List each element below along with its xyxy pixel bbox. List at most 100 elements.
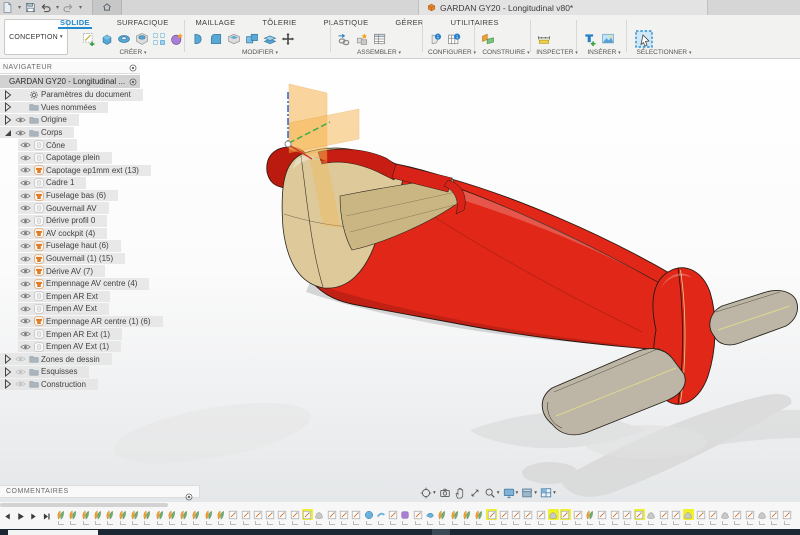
undo-caret-icon[interactable]: ▾ bbox=[56, 5, 59, 11]
timeline-feature-27-pipe[interactable] bbox=[375, 509, 387, 526]
timeline-feature-60-sketch[interactable] bbox=[781, 509, 793, 526]
zoom-button[interactable] bbox=[469, 487, 481, 499]
ribbon-group-label-modifier[interactable]: MODIFIER ▾ bbox=[190, 49, 330, 56]
timeline-feature-25-sketch[interactable] bbox=[350, 509, 362, 526]
browser-item-zones-de-dessin[interactable]: Zones de dessin bbox=[0, 353, 112, 365]
timeline-feature-52-loft[interactable] bbox=[682, 509, 694, 526]
visibility-eye-icon[interactable] bbox=[20, 229, 31, 237]
browser-item-empen-av-ext-1[interactable]: Empen AV Ext (1) bbox=[18, 341, 121, 353]
pattern-button[interactable] bbox=[152, 29, 167, 49]
browser-item-derive-profil-0[interactable]: Dérive profil 0 bbox=[18, 215, 107, 227]
expander-icon[interactable] bbox=[2, 379, 13, 389]
timeline-scrollbar[interactable] bbox=[0, 503, 168, 507]
timeline-feature-47-sketch[interactable] bbox=[621, 509, 633, 526]
extrude-button[interactable] bbox=[100, 29, 115, 49]
hole-button[interactable] bbox=[135, 29, 150, 49]
timeline-feature-56-sketch[interactable] bbox=[731, 509, 743, 526]
timeline-feature-18-sketch[interactable] bbox=[264, 509, 276, 526]
browser-item-capotage-ep1mm-ext-13[interactable]: Capotage ep1mm ext (13) bbox=[18, 165, 151, 177]
timeline-play-button[interactable] bbox=[15, 510, 26, 522]
expander-icon[interactable] bbox=[2, 102, 13, 112]
timeline-feature-49-loft[interactable] bbox=[645, 509, 657, 526]
timeline-feature-33-plane[interactable] bbox=[449, 509, 461, 526]
timeline-feature-17-sketch[interactable] bbox=[252, 509, 264, 526]
timeline-feature-26-sphere[interactable] bbox=[362, 509, 374, 526]
visibility-eye-icon[interactable] bbox=[15, 129, 26, 137]
fillet-button[interactable] bbox=[208, 29, 223, 49]
timeline-feature-44-plane[interactable] bbox=[584, 509, 596, 526]
undo-button[interactable] bbox=[40, 2, 51, 14]
measure-button[interactable] bbox=[536, 29, 551, 49]
browser-item-fuselage-bas-6[interactable]: Fuselage bas (6) bbox=[18, 190, 118, 202]
timeline-feature-2-plane[interactable] bbox=[67, 509, 79, 526]
visibility-eye-icon[interactable] bbox=[20, 242, 31, 250]
timeline-feature-51-sketch[interactable] bbox=[670, 509, 682, 526]
visibility-eye-icon[interactable] bbox=[15, 116, 26, 124]
timeline-feature-23-sketch[interactable] bbox=[326, 509, 338, 526]
orbit-button[interactable]: ▾ bbox=[420, 487, 436, 499]
save-button[interactable] bbox=[25, 2, 36, 14]
timeline-feature-29-form[interactable] bbox=[399, 509, 411, 526]
model-stabilizer-right[interactable] bbox=[710, 290, 798, 344]
visibility-eye-icon[interactable] bbox=[20, 217, 31, 225]
configure-table-button[interactable] bbox=[446, 29, 461, 49]
comments-panel[interactable]: COMMENTAIRES bbox=[0, 485, 200, 498]
browser-collapse-icon[interactable] bbox=[129, 64, 137, 72]
timeline-feature-42-sketch[interactable] bbox=[559, 509, 571, 526]
combine-button[interactable] bbox=[244, 29, 259, 49]
timeline-feature-21-sketch[interactable] bbox=[301, 509, 313, 526]
file-menu-button[interactable] bbox=[2, 2, 13, 14]
browser-item-vues-nommees[interactable]: Vues nommées bbox=[0, 102, 108, 114]
timeline-feature-34-plane[interactable] bbox=[461, 509, 473, 526]
scene-settings-button[interactable]: ▾ bbox=[521, 487, 537, 499]
timeline-feature-32-plane[interactable] bbox=[436, 509, 448, 526]
timeline-feature-16-sketch[interactable] bbox=[239, 509, 251, 526]
ribbon-group-label-selectionner[interactable]: SÉLECTIONNER ▾ bbox=[632, 49, 696, 56]
browser-item-cadre-1[interactable]: Cadre 1 bbox=[18, 177, 86, 189]
timeline-feature-35-plane[interactable] bbox=[473, 509, 485, 526]
display-settings-button[interactable]: ▾ bbox=[503, 487, 519, 499]
visibility-eye-icon[interactable] bbox=[20, 330, 31, 338]
activate-component-icon[interactable] bbox=[129, 78, 137, 86]
browser-item-corps[interactable]: Corps bbox=[0, 127, 74, 139]
timeline-feature-37-sketch[interactable] bbox=[498, 509, 510, 526]
visibility-eye-icon[interactable] bbox=[20, 141, 31, 149]
timeline-feature-1-plane[interactable] bbox=[55, 509, 67, 526]
redo-caret-icon[interactable]: ▾ bbox=[79, 5, 82, 11]
move-button[interactable] bbox=[280, 29, 295, 49]
timeline-feature-46-sketch[interactable] bbox=[608, 509, 620, 526]
visibility-eye-icon[interactable] bbox=[20, 317, 31, 325]
timeline-feature-54-sketch[interactable] bbox=[707, 509, 719, 526]
timeline-feature-41-loft[interactable] bbox=[547, 509, 559, 526]
timeline-feature-20-sketch[interactable] bbox=[289, 509, 301, 526]
visibility-eye-icon[interactable] bbox=[20, 154, 31, 162]
browser-item-empennage-av-centre-4[interactable]: Empennage AV centre (4) bbox=[18, 278, 149, 290]
browser-item-capotage-plein[interactable]: Capotage plein bbox=[18, 152, 112, 164]
browser-item-gouvernail-1-15[interactable]: Gouvernail (1) (15) bbox=[18, 253, 125, 265]
timeline-feature-58-loft[interactable] bbox=[756, 509, 768, 526]
visibility-eye-icon[interactable] bbox=[15, 355, 26, 363]
fit-button[interactable]: ▾ bbox=[484, 487, 500, 499]
model-stabilizer-left[interactable] bbox=[542, 348, 685, 435]
browser-item-construction[interactable]: Construction bbox=[0, 379, 98, 391]
timeline-feature-40-sketch[interactable] bbox=[535, 509, 547, 526]
ribbon-group-label-configurer[interactable]: CONFIGURER ▾ bbox=[428, 49, 476, 56]
visibility-eye-icon[interactable] bbox=[20, 267, 31, 275]
timeline-feature-30-sketch[interactable] bbox=[412, 509, 424, 526]
timeline-feature-39-sketch[interactable] bbox=[522, 509, 534, 526]
browser-item-empen-av-ext[interactable]: Empen AV Ext bbox=[18, 303, 109, 315]
timeline-feature-45-sketch[interactable] bbox=[596, 509, 608, 526]
timeline-feature-12-plane[interactable] bbox=[190, 509, 202, 526]
shell-button[interactable] bbox=[226, 29, 241, 49]
document-tab[interactable]: GARDAN GY20 - Longitudinal v80* bbox=[418, 0, 708, 15]
timeline-feature-43-sketch[interactable] bbox=[571, 509, 583, 526]
browser-item-esquisses[interactable]: Esquisses bbox=[0, 366, 89, 378]
timeline-feature-57-sketch[interactable] bbox=[744, 509, 756, 526]
browser-item-av-cockpit-4[interactable]: AV cockpit (4) bbox=[18, 228, 107, 240]
browser-item-fuselage-haut-6[interactable]: Fuselage haut (6) bbox=[18, 240, 121, 252]
timeline-skip-end-button[interactable] bbox=[41, 510, 52, 522]
timeline-feature-7-plane[interactable] bbox=[129, 509, 141, 526]
visibility-eye-icon[interactable] bbox=[20, 204, 31, 212]
visibility-eye-icon[interactable] bbox=[15, 368, 26, 376]
browser-item-origine[interactable]: Origine bbox=[0, 114, 79, 126]
